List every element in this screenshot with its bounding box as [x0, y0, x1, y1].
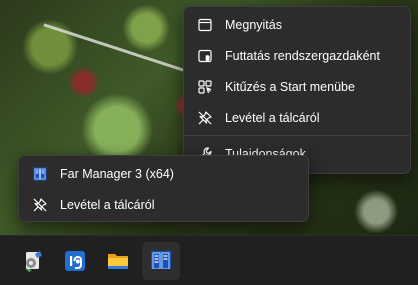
menu-item-label: Futtatás rendszergazdaként [225, 48, 380, 63]
far-manager-icon [151, 251, 171, 271]
folder-icon [108, 254, 128, 269]
unpin-icon [32, 197, 48, 213]
menu-item-label: Levétel a tálcáról [60, 197, 155, 212]
taskbar-app-far-manager[interactable] [142, 242, 180, 280]
menu-item-label: Megnyitás [225, 17, 282, 32]
open-window-icon [197, 17, 213, 33]
menu-item-label: Kitűzés a Start menübe [225, 79, 355, 94]
menu-item-open[interactable]: Megnyitás [184, 9, 410, 40]
menu-item-run-as-admin[interactable]: Futtatás rendszergazdaként [184, 40, 410, 71]
menu-item-far-manager[interactable]: Far Manager 3 (x64) [19, 158, 308, 189]
far-manager-icon [32, 166, 48, 182]
irfanview-icon [65, 251, 85, 271]
shield-admin-icon [197, 48, 213, 64]
taskbar [0, 235, 418, 285]
menu-item-pin-start[interactable]: Kitűzés a Start menübe [184, 71, 410, 102]
app-context-menu: Megnyitás Futtatás rendszergazdaként Kit… [183, 6, 411, 174]
jump-list-menu: Far Manager 3 (x64) Levétel a tálcáról [18, 155, 309, 222]
gear-document-icon [25, 251, 42, 272]
menu-item-unpin-taskbar[interactable]: Levétel a tálcáról [184, 102, 410, 133]
menu-item-unpin-taskbar[interactable]: Levétel a tálcáról [19, 189, 308, 220]
unpin-icon [197, 110, 213, 126]
taskbar-app-system-tool[interactable] [14, 242, 52, 280]
taskbar-app-file-explorer[interactable] [99, 242, 137, 280]
menu-separator [184, 135, 410, 136]
taskbar-app-irfanview[interactable] [56, 242, 94, 280]
menu-item-label: Far Manager 3 (x64) [60, 166, 174, 181]
pin-start-icon [197, 79, 213, 95]
menu-item-label: Levétel a tálcáról [225, 110, 320, 125]
